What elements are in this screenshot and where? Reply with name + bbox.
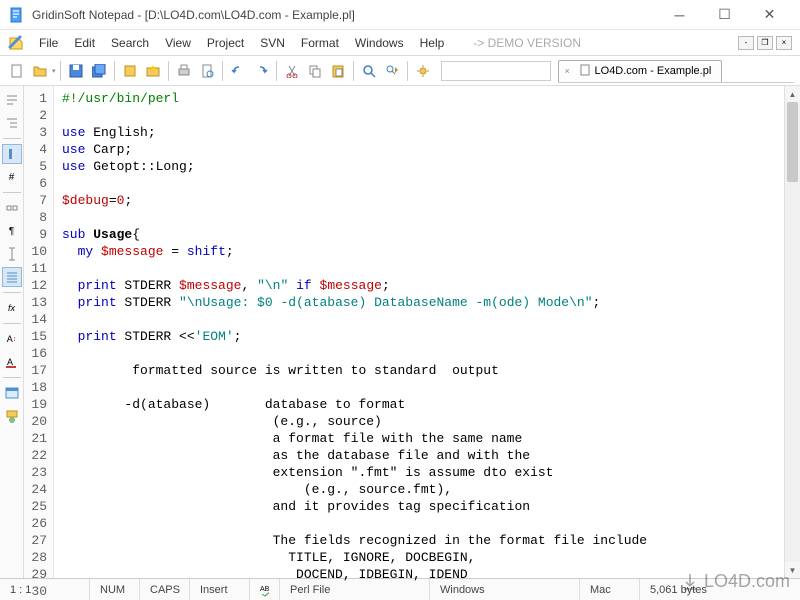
copy-button[interactable] <box>304 60 326 82</box>
close-button[interactable]: ✕ <box>747 1 792 29</box>
menu-edit[interactable]: Edit <box>67 32 102 54</box>
menu-svn[interactable]: SVN <box>253 32 292 54</box>
menu-project[interactable]: Project <box>200 32 251 54</box>
save-all-button[interactable] <box>88 60 110 82</box>
scroll-thumb[interactable] <box>787 102 798 182</box>
save-button[interactable] <box>65 60 87 82</box>
side-tree-icon[interactable] <box>2 406 22 426</box>
menu-format[interactable]: Format <box>294 32 346 54</box>
side-collapse-icon[interactable] <box>2 198 22 218</box>
main-area: # ¶ fx A↕ A 1234567891011121314151617181… <box>0 86 800 578</box>
vertical-scrollbar[interactable]: ▲ ▼ <box>784 86 800 578</box>
tab-label: LO4D.com - Example.pl <box>595 65 712 77</box>
favorites-button[interactable] <box>142 60 164 82</box>
mdi-minimize[interactable]: - <box>738 36 754 50</box>
menu-windows[interactable]: Windows <box>348 32 411 54</box>
side-wrap-icon[interactable] <box>2 90 22 110</box>
line-gutter: 1234567891011121314151617181920212223242… <box>24 86 54 578</box>
side-toolbar: # ¶ fx A↕ A <box>0 86 24 578</box>
side-lines-icon[interactable] <box>2 267 22 287</box>
maximize-button[interactable]: ☐ <box>702 1 747 29</box>
open-file-button[interactable] <box>29 60 51 82</box>
settings-button[interactable] <box>412 60 434 82</box>
undo-button[interactable] <box>227 60 249 82</box>
side-indent-icon[interactable] <box>2 113 22 133</box>
redo-button[interactable] <box>250 60 272 82</box>
app-icon <box>8 7 24 23</box>
project-button[interactable] <box>119 60 141 82</box>
paste-button[interactable] <box>327 60 349 82</box>
code-editor[interactable]: #!/usr/bin/perluse English;use Carp;use … <box>54 86 784 578</box>
mdi-close[interactable]: × <box>776 36 792 50</box>
scroll-up-icon[interactable]: ▲ <box>785 86 800 102</box>
titlebar: GridinSoft Notepad - [D:\LO4D.com\LO4D.c… <box>0 0 800 30</box>
print-preview-button[interactable] <box>196 60 218 82</box>
side-paragraph-icon[interactable]: ¶ <box>2 221 22 241</box>
find-button[interactable] <box>358 60 380 82</box>
window-title: GridinSoft Notepad - [D:\LO4D.com\LO4D.c… <box>32 8 657 22</box>
side-font-icon[interactable]: A↕ <box>2 329 22 349</box>
side-window-icon[interactable] <box>2 383 22 403</box>
tab-active[interactable]: × LO4D.com - Example.pl <box>558 60 723 82</box>
menu-file[interactable]: File <box>32 32 65 54</box>
demo-version-label: -> DEMO VERSION <box>473 36 581 50</box>
side-fx-icon[interactable]: fx <box>2 298 22 318</box>
menubar: File Edit Search View Project SVN Format… <box>0 30 800 56</box>
menu-help[interactable]: Help <box>413 32 452 54</box>
mdi-restore[interactable]: ❐ <box>757 36 773 50</box>
minimize-button[interactable]: ─ <box>657 1 702 29</box>
menu-view[interactable]: View <box>158 32 198 54</box>
side-guides-icon[interactable] <box>2 144 22 164</box>
toolbar: ▾ × LO4D.com - Example.pl <box>0 56 800 86</box>
find-replace-button[interactable] <box>381 60 403 82</box>
window-controls: ─ ☐ ✕ <box>657 1 792 29</box>
side-hash-icon[interactable]: # <box>2 167 22 187</box>
side-cursor-icon[interactable] <box>2 244 22 264</box>
tab-file-icon <box>579 64 591 79</box>
svg-text:A: A <box>7 357 13 367</box>
menu-search[interactable]: Search <box>104 32 156 54</box>
search-input[interactable] <box>441 61 551 81</box>
tab-close-icon[interactable]: × <box>565 66 575 76</box>
print-button[interactable] <box>173 60 195 82</box>
cut-button[interactable] <box>281 60 303 82</box>
app-menu-icon <box>8 35 24 51</box>
tab-bar: × LO4D.com - Example.pl <box>558 59 794 83</box>
new-file-button[interactable] <box>6 60 28 82</box>
scroll-down-icon[interactable]: ▼ <box>785 562 800 578</box>
side-color-icon[interactable]: A <box>2 352 22 372</box>
